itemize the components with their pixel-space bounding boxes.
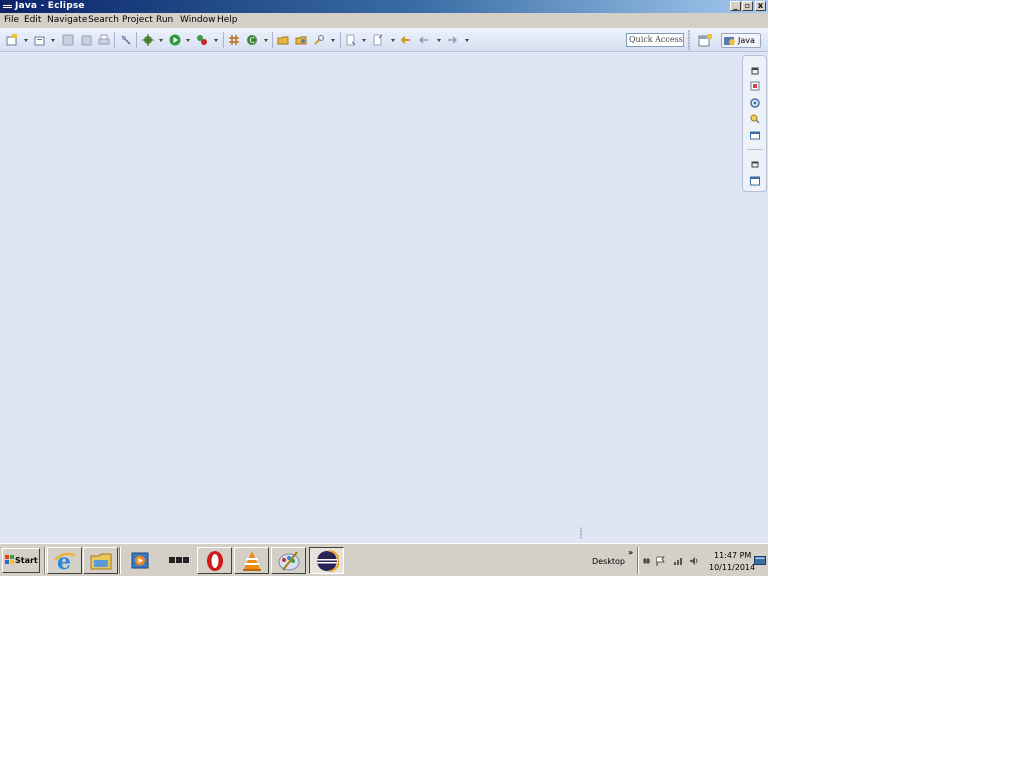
debug-icon[interactable]	[142, 34, 154, 46]
toolbar-separator	[114, 32, 115, 48]
open-type-folder-icon[interactable]	[277, 34, 289, 46]
toolbar-grip[interactable]	[688, 30, 690, 50]
new-icon[interactable]	[6, 34, 18, 46]
desktop-toolbar-label[interactable]: Desktop	[592, 557, 625, 566]
outline-icon[interactable]	[750, 114, 760, 124]
java-perspective-button[interactable]: Java	[721, 33, 761, 48]
show-desktop-icon[interactable]	[754, 556, 766, 566]
open-perspective-icon[interactable]	[698, 34, 712, 47]
open-task-icon[interactable]	[295, 34, 307, 46]
menu-project[interactable]: Project	[122, 15, 153, 26]
toolbar-separator	[223, 32, 224, 48]
restore-editor-icon[interactable]	[750, 159, 760, 169]
menu-help[interactable]: Help	[217, 15, 238, 26]
last-edit-location-icon[interactable]	[400, 34, 412, 46]
search-dropdown-icon[interactable]	[331, 39, 335, 42]
new-java-package-icon[interactable]	[228, 34, 240, 46]
start-button[interactable]: Start	[2, 548, 40, 573]
taskbar-eclipse[interactable]	[309, 547, 344, 574]
screen: Java - Eclipse _ ▫ x File Edit Navigate …	[0, 0, 768, 576]
quicklaunch-media-player[interactable]	[124, 547, 154, 574]
previous-annotation-dropdown-icon[interactable]	[391, 39, 395, 42]
taskbar-internet-explorer[interactable]: e	[47, 547, 82, 574]
folder-icon	[90, 553, 112, 570]
sash-handle[interactable]	[580, 527, 582, 539]
run-dropdown-icon[interactable]	[186, 39, 190, 42]
toolbar-separator	[340, 32, 341, 48]
windows-taskbar: Start e Desktop » 11:47 PM 10/11/2014	[0, 543, 768, 576]
next-annotation-dropdown-icon[interactable]	[362, 39, 366, 42]
toolbar-separator	[272, 32, 273, 48]
windows-logo-icon	[5, 555, 14, 564]
open-type-icon[interactable]	[34, 34, 46, 46]
internet-explorer-icon: e	[54, 550, 76, 572]
quick-launch-divider	[44, 547, 46, 574]
menu-run[interactable]: Run	[156, 15, 173, 26]
quicklaunch-bbc[interactable]	[162, 547, 192, 574]
volume-icon[interactable]	[689, 556, 699, 566]
console-icon[interactable]	[750, 131, 760, 141]
package-explorer-icon[interactable]	[750, 81, 760, 91]
external-tools-icon[interactable]	[196, 34, 208, 46]
open-dropdown-icon[interactable]	[51, 39, 55, 42]
restore-button[interactable]: ▫	[742, 1, 753, 11]
close-button[interactable]: x	[755, 1, 766, 11]
opera-icon	[207, 551, 223, 571]
next-annotation-icon[interactable]	[345, 34, 357, 46]
taskbar-file-explorer[interactable]	[83, 547, 118, 574]
menu-window[interactable]: Window	[180, 15, 216, 26]
quick-access-input[interactable]: Quick Access	[626, 33, 684, 47]
network-icon[interactable]	[673, 556, 683, 566]
taskbar-vlc[interactable]	[234, 547, 269, 574]
language-indicator-icon[interactable]	[642, 556, 652, 566]
minimized-views-trim	[742, 55, 767, 192]
menu-edit[interactable]: Edit	[24, 15, 41, 26]
new-class-dropdown-icon[interactable]	[264, 39, 268, 42]
editor-area-icon[interactable]	[750, 176, 760, 186]
eclipse-app-icon	[3, 3, 12, 10]
toggle-mark-icon[interactable]	[120, 34, 132, 46]
new-java-class-icon[interactable]: C	[246, 34, 258, 46]
media-player-icon	[131, 552, 149, 569]
back-icon[interactable]	[418, 34, 430, 46]
save-all-icon[interactable]	[80, 34, 92, 46]
paint-icon	[278, 551, 300, 571]
action-center-flag-icon[interactable]	[655, 556, 665, 566]
new-dropdown-icon[interactable]	[24, 39, 28, 42]
start-label: Start	[15, 556, 38, 565]
minimize-button[interactable]: _	[730, 1, 741, 11]
search-icon[interactable]	[313, 34, 325, 46]
bbc-icon	[169, 557, 189, 563]
taskbar-paint[interactable]	[271, 547, 306, 574]
title-bar: Java - Eclipse _ ▫ x	[0, 0, 768, 13]
forward-dropdown-icon[interactable]	[465, 39, 469, 42]
toolbar-chevron-icon[interactable]: »	[628, 548, 633, 557]
svg-text:C: C	[250, 36, 256, 45]
clock-date[interactable]: 10/11/2014	[709, 563, 755, 572]
forward-icon[interactable]	[446, 34, 458, 46]
run-icon[interactable]	[169, 34, 181, 46]
trim-divider	[747, 149, 763, 150]
debug-dropdown-icon[interactable]	[159, 39, 163, 42]
taskbar-opera[interactable]	[197, 547, 232, 574]
toolbar-separator	[136, 32, 137, 48]
menu-file[interactable]: File	[4, 15, 19, 26]
eclipse-icon	[317, 550, 339, 572]
restore-view-icon[interactable]	[750, 66, 760, 76]
type-hierarchy-icon[interactable]	[750, 98, 760, 108]
save-icon[interactable]	[62, 34, 74, 46]
clock-time[interactable]: 11:47 PM	[714, 551, 751, 560]
menu-navigate[interactable]: Navigate	[47, 15, 87, 26]
window-title: Java - Eclipse	[15, 1, 85, 11]
vlc-icon	[243, 551, 261, 571]
menu-bar: File Edit Navigate Search Project Run Wi…	[0, 13, 768, 28]
external-tools-dropdown-icon[interactable]	[214, 39, 218, 42]
back-dropdown-icon[interactable]	[437, 39, 441, 42]
print-icon[interactable]	[98, 34, 110, 46]
quick-launch-divider	[119, 547, 121, 574]
menu-search[interactable]: Search	[88, 15, 119, 26]
java-perspective-icon	[724, 37, 735, 45]
previous-annotation-icon[interactable]	[372, 34, 384, 46]
java-perspective-label: Java	[738, 36, 755, 45]
